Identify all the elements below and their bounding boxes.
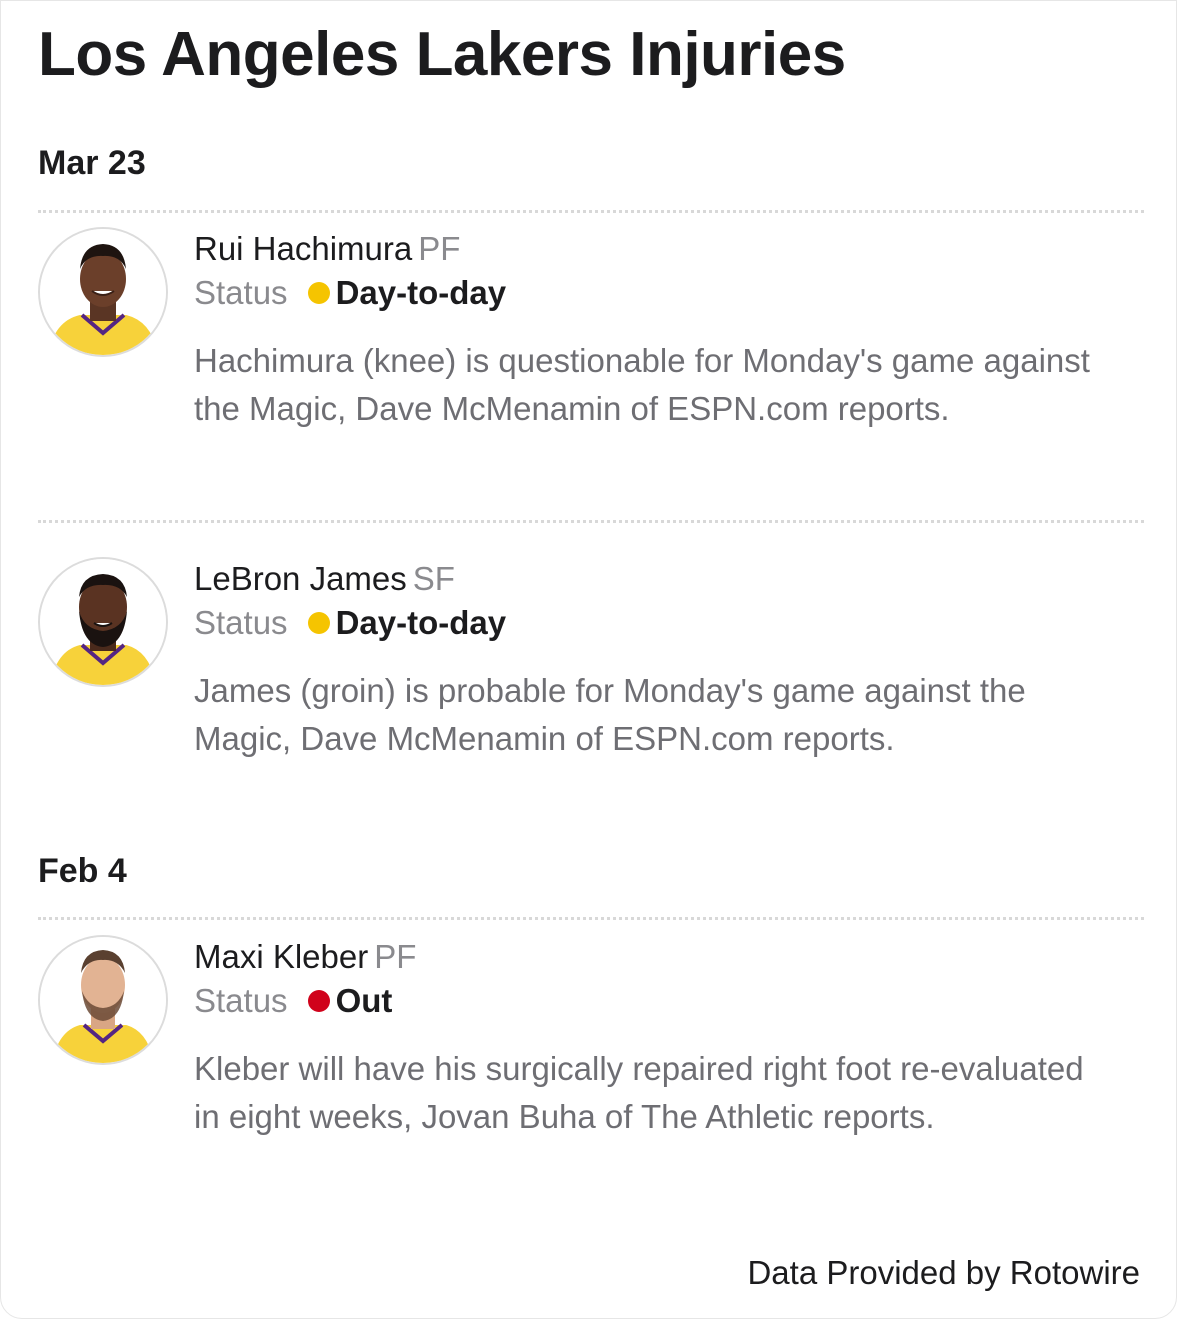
status-label: Status bbox=[194, 274, 288, 311]
player-info: Rui Hachimura PF Status Day-to-day Hachim… bbox=[194, 227, 1144, 433]
player-position: PF bbox=[418, 230, 461, 267]
injury-entry[interactable]: LeBron James SF Status Day-to-day James (… bbox=[38, 557, 1144, 767]
date-header: Mar 23 bbox=[38, 144, 146, 182]
status-dot-icon bbox=[307, 282, 330, 304]
player-avatar bbox=[38, 227, 168, 357]
injury-description: Kleber will have his surgically repaired… bbox=[194, 1050, 1084, 1135]
status-line: Status Day-to-day bbox=[194, 271, 1144, 315]
injury-entry[interactable]: Maxi Kleber PF Status Out Kleber will hav… bbox=[38, 935, 1144, 1195]
player-position: SF bbox=[412, 560, 455, 597]
player-info: Maxi Kleber PF Status Out Kleber will hav… bbox=[194, 935, 1144, 1141]
divider bbox=[38, 210, 1144, 213]
player-info: LeBron James SF Status Day-to-day James (… bbox=[194, 557, 1144, 763]
player-position: PF bbox=[374, 938, 417, 975]
player-name[interactable]: Maxi Kleber bbox=[194, 938, 368, 975]
player-name[interactable]: Rui Hachimura bbox=[194, 230, 412, 267]
date-header: Feb 4 bbox=[38, 852, 127, 890]
player-name[interactable]: LeBron James bbox=[194, 560, 407, 597]
page-title: Los Angeles Lakers Injuries bbox=[38, 20, 846, 89]
player-avatar bbox=[38, 935, 168, 1065]
status-dot-icon bbox=[307, 990, 330, 1012]
injury-description: Hachimura (knee) is questionable for Mon… bbox=[194, 342, 1090, 427]
divider bbox=[38, 520, 1144, 523]
status-value: Day-to-day bbox=[335, 274, 507, 311]
status-value: Out bbox=[335, 982, 393, 1019]
player-headshot-icon bbox=[40, 559, 166, 685]
status-dot-icon bbox=[307, 612, 330, 634]
status-label: Status bbox=[194, 604, 288, 641]
player-avatar bbox=[38, 557, 168, 687]
player-name-line: Maxi Kleber PF bbox=[194, 935, 1144, 979]
player-headshot-icon bbox=[40, 229, 166, 355]
divider bbox=[38, 917, 1144, 920]
data-attribution[interactable]: Data Provided by Rotowire bbox=[747, 1251, 1140, 1295]
injuries-card: Los Angeles Lakers Injuries Mar 23 Rui H… bbox=[0, 0, 1177, 1319]
injury-description: James (groin) is probable for Monday's g… bbox=[194, 672, 1026, 757]
player-name-line: Rui Hachimura PF bbox=[194, 227, 1144, 271]
player-name-line: LeBron James SF bbox=[194, 557, 1144, 601]
status-value: Day-to-day bbox=[335, 604, 507, 641]
injury-entry[interactable]: Rui Hachimura PF Status Day-to-day Hachim… bbox=[38, 227, 1144, 487]
status-line: Status Out bbox=[194, 979, 1144, 1023]
status-line: Status Day-to-day bbox=[194, 601, 1144, 645]
player-headshot-icon bbox=[40, 937, 166, 1063]
status-label: Status bbox=[194, 982, 288, 1019]
